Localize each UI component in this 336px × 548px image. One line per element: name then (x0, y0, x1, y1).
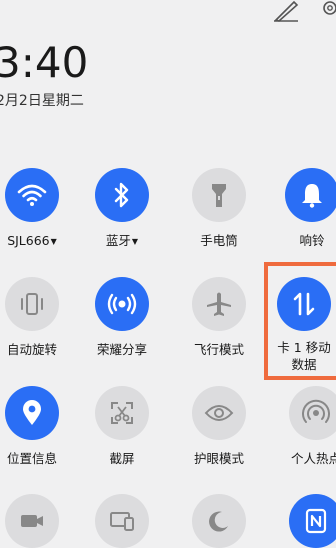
edit-icon[interactable] (272, 0, 300, 22)
tile-eye-comfort[interactable]: 护眼模式 (179, 386, 259, 467)
tile-nfc[interactable] (276, 494, 336, 548)
tile-label: 护眼模式 (193, 451, 244, 466)
tile-label: 自动旋转 (6, 342, 57, 357)
tile-label: 蓝牙 (105, 233, 131, 248)
tile-honor-share[interactable]: 荣耀分享 (82, 277, 162, 358)
share-icon (95, 277, 149, 331)
dark-mode-icon (192, 494, 246, 548)
tile-screen-record[interactable] (0, 494, 72, 548)
tile-hotspot[interactable]: 个人热点 (276, 386, 336, 467)
tile-label: 飞行模式 (193, 342, 244, 357)
tile-label: 个人热点 (290, 451, 336, 466)
highlight-box (264, 262, 336, 380)
hotspot-icon (289, 386, 336, 440)
chevron-down-icon[interactable]: ▼ (51, 237, 57, 246)
tile-ring[interactable]: 响铃 (272, 168, 336, 249)
screen-record-icon (5, 494, 59, 548)
eye-comfort-icon (192, 386, 246, 440)
clock-time: 3:40 (0, 38, 89, 87)
tile-label: SJL666 (7, 233, 50, 248)
screenshot-icon (95, 386, 149, 440)
tile-airplane[interactable]: 飞行模式 (179, 277, 259, 358)
auto-rotate-icon (5, 277, 59, 331)
date-label: 2月2日星期二 (0, 93, 84, 109)
tile-dark-mode[interactable] (179, 494, 259, 548)
tile-label: 响铃 (299, 233, 325, 248)
tile-bluetooth[interactable]: 蓝牙▼ (82, 168, 162, 250)
tile-flashlight[interactable]: 手电筒 (179, 168, 259, 249)
bluetooth-icon (95, 168, 149, 222)
chevron-down-icon[interactable]: ▼ (132, 237, 138, 246)
nfc-icon (289, 494, 336, 548)
tile-wifi[interactable]: SJL666▼ (0, 168, 72, 250)
wifi-icon (5, 168, 59, 222)
tile-screenshot[interactable]: 截屏 (82, 386, 162, 467)
tile-label: 手电筒 (200, 233, 238, 248)
bell-icon (285, 168, 336, 222)
flashlight-icon (192, 168, 246, 222)
tile-label: 截屏 (109, 451, 135, 466)
tile-label: 位置信息 (6, 451, 57, 466)
tile-screen-cast[interactable] (82, 494, 162, 548)
screen-cast-icon (95, 494, 149, 548)
gear-icon[interactable] (320, 0, 336, 20)
location-icon (5, 386, 59, 440)
airplane-icon (192, 277, 246, 331)
tile-auto-rotate[interactable]: 自动旋转 (0, 277, 72, 358)
tile-label: 荣耀分享 (96, 342, 147, 357)
tile-location[interactable]: 位置信息 (0, 386, 72, 467)
